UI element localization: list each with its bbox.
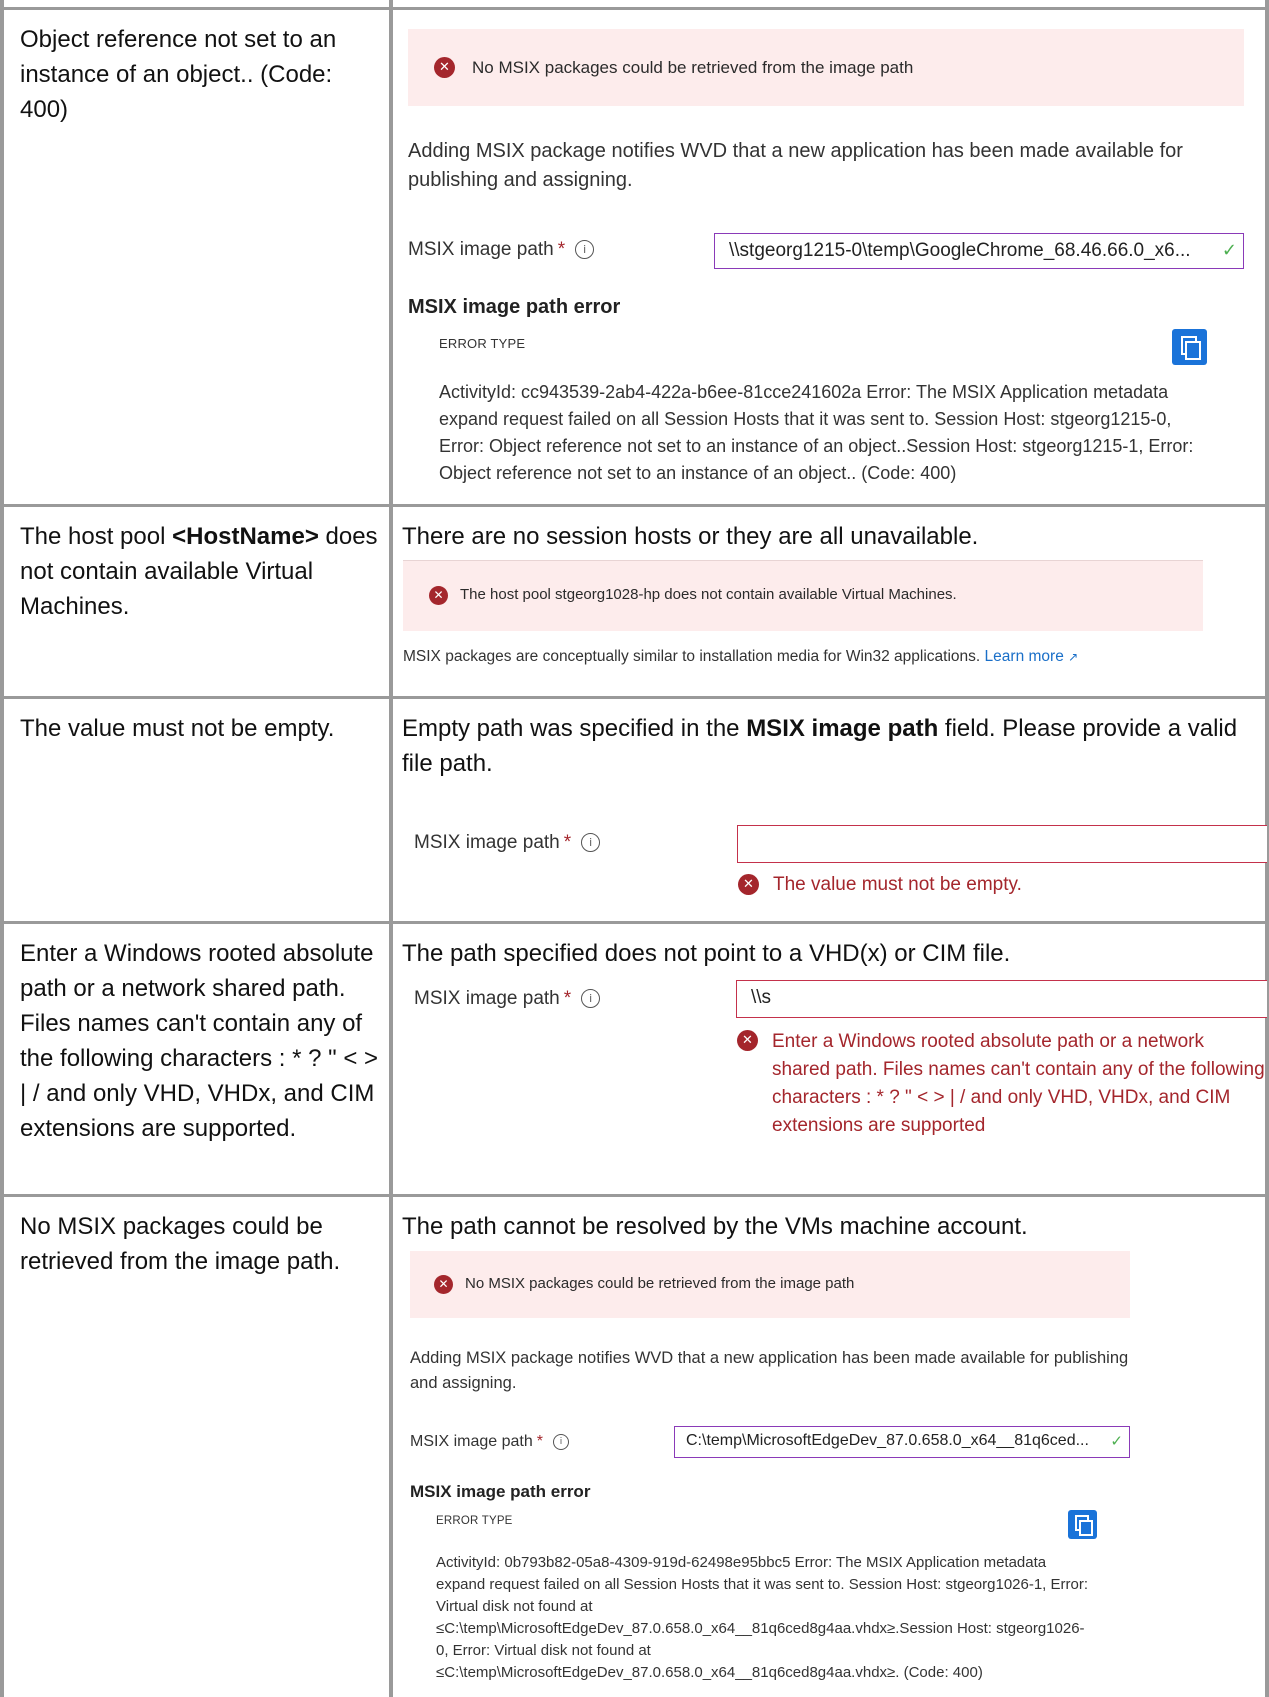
row4-error-message: Enter a Windows rooted absolute path or … [20, 940, 379, 1142]
row1-msix-path-input[interactable]: \\stgeorg1215-0\temp\GoogleChrome_68.46.… [714, 233, 1244, 269]
row3-validation-message: ✕ The value must not be empty. [738, 872, 1263, 898]
row5-error-message: No MSIX packages could be retrieved from… [20, 1213, 341, 1275]
table-border-left [0, 0, 4, 1697]
row5-error-banner: ✕ No MSIX packages could be retrieved fr… [410, 1251, 1130, 1318]
row5-banner-text: No MSIX packages could be retrieved from… [465, 1275, 855, 1292]
row5-heading: The path cannot be resolved by the VMs m… [402, 1213, 1028, 1240]
row1-description: Adding MSIX package notifies WVD that a … [408, 140, 1183, 191]
row1-error-message: Object reference not set to an instance … [20, 26, 337, 123]
table-column-divider [389, 0, 393, 1697]
row1-error-type: ERROR TYPE [439, 336, 526, 351]
row5-copy-button[interactable] [1068, 1510, 1097, 1539]
external-link-icon: ↗ [1068, 650, 1079, 664]
checkmark-icon: ✓ [1110, 1432, 1123, 1450]
row5-msix-path-value: C:\temp\MicrosoftEdgeDev_87.0.658.0_x64_… [686, 1432, 1089, 1449]
error-circle-icon: ✕ [429, 586, 448, 605]
row1-error-title: MSIX image path error [408, 296, 621, 318]
row5-error-type: ERROR TYPE [436, 1515, 513, 1527]
row4-msix-path-value: \\s [751, 987, 772, 1008]
row3-heading: Empty path was specified in the MSIX ima… [402, 715, 1238, 777]
row3-error-message: The value must not be empty. [20, 715, 335, 742]
row5-msix-path-input[interactable]: C:\temp\MicrosoftEdgeDev_87.0.658.0_x64_… [674, 1426, 1130, 1458]
row1-msix-path-value: \\stgeorg1215-0\temp\GoogleChrome_68.46.… [729, 240, 1191, 261]
row4-heading: The path specified does not point to a V… [402, 940, 1011, 967]
info-circle-icon[interactable]: i [581, 989, 601, 1009]
required-asterisk: * [557, 239, 566, 260]
row5-description: Adding MSIX package notifies WVD that a … [410, 1349, 1129, 1392]
row4-msix-path-input[interactable]: \\s [736, 980, 1267, 1018]
row1-copy-button[interactable] [1172, 329, 1207, 365]
row-divider-1 [0, 504, 1269, 507]
row2-error-banner: ✕ The host pool stgeorg1028-hp does not … [403, 560, 1203, 631]
row-divider-2 [0, 696, 1269, 699]
row3-field-label: MSIX image path * i [414, 832, 601, 854]
row3-msix-path-input[interactable] [737, 825, 1267, 863]
info-circle-icon[interactable]: i [552, 1433, 569, 1450]
row1-error-banner: ✕ No MSIX packages could be retrieved fr… [408, 29, 1244, 106]
row2-banner-text: The host pool stgeorg1028-hp does not co… [460, 586, 957, 603]
error-reference-table: Object reference not set to an instance … [0, 0, 1269, 1697]
row5-error-detail: ActivityId: 0b793b82-05a8-4309-919d-6249… [436, 1554, 1089, 1681]
row-divider-4 [0, 1194, 1269, 1197]
required-asterisk: * [536, 1433, 543, 1450]
info-circle-icon[interactable]: i [575, 240, 595, 260]
row1-error-detail: ActivityId: cc943539-2ab4-422a-b6ee-81cc… [439, 382, 1194, 483]
info-circle-icon[interactable]: i [581, 833, 601, 853]
error-circle-icon: ✕ [434, 1275, 453, 1294]
row-divider-3 [0, 921, 1269, 924]
row4-field-label: MSIX image path * i [414, 988, 601, 1010]
checkmark-icon: ✓ [1221, 240, 1237, 261]
learn-more-link[interactable]: Learn more [985, 648, 1064, 665]
row5-error-title: MSIX image path error [410, 1482, 591, 1501]
error-circle-icon: ✕ [738, 874, 759, 895]
row1-field-label: MSIX image path * i [408, 239, 595, 261]
row2-error-message: The host pool <HostName> does not contai… [20, 523, 378, 620]
row1-banner-text: No MSIX packages could be retrieved from… [472, 58, 914, 77]
required-asterisk: * [563, 832, 572, 853]
row2-note: MSIX packages are conceptually similar t… [403, 648, 1079, 665]
row2-heading: There are no session hosts or they are a… [402, 523, 979, 550]
row5-field-label: MSIX image path * i [410, 1433, 569, 1451]
error-circle-icon: ✕ [737, 1030, 758, 1051]
required-asterisk: * [563, 988, 572, 1009]
table-border-top [0, 7, 1269, 10]
row4-validation-message: ✕ Enter a Windows rooted absolute path o… [737, 1028, 1267, 1140]
error-circle-icon: ✕ [434, 57, 455, 78]
